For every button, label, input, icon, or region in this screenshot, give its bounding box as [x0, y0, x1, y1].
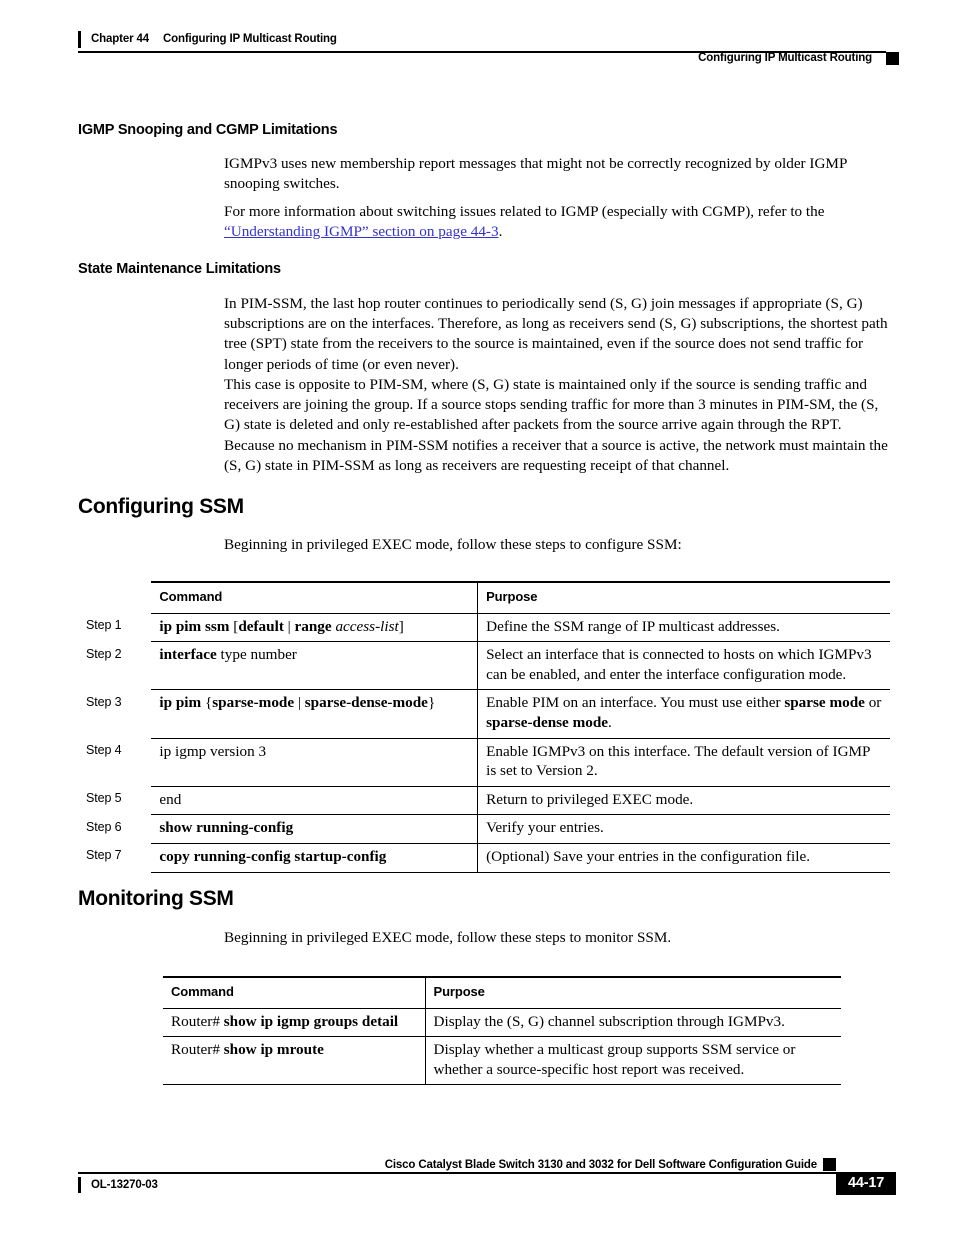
table-cell-command: interface type number — [151, 641, 478, 691]
table-header-row: Command Purpose — [78, 580, 890, 614]
header-running-title: Configuring IP Multicast Routing — [698, 52, 872, 64]
footer-guide-title: Cisco Catalyst Blade Switch 3130 and 303… — [384, 1159, 817, 1171]
header-chapter-number: Chapter 44 — [91, 33, 149, 45]
table-step-label: Step 2 — [86, 646, 122, 661]
paragraph-more-information-igmp: For more information about switching iss… — [224, 202, 894, 242]
header-left: Chapter 44 Configuring IP Multicast Rout… — [78, 30, 337, 48]
table-row: Step 1 ip pim ssm [default | range access… — [78, 612, 890, 643]
table-cell-purpose: Verify your entries. — [477, 814, 890, 844]
table-header-purpose: Purpose — [477, 580, 890, 614]
paragraph-pim-ssm-state: In PIM-SSM, the last hop router continue… — [224, 295, 888, 373]
table-cell-command: Router# show ip mroute — [163, 1036, 425, 1086]
paragraph-monitoring-ssm-intro: Beginning in privileged EXEC mode, follo… — [224, 929, 672, 946]
footer-page-number: 44-17 — [836, 1172, 897, 1195]
table-header-command: Command — [151, 580, 478, 614]
table-cell-command: copy running-config startup-config — [151, 842, 478, 873]
table-step-label: Step 1 — [86, 618, 122, 633]
footer-left-rule-bar — [78, 1177, 81, 1193]
footer-rule — [78, 1172, 886, 1174]
table-cell-purpose: Define the SSM range of IP multicast add… — [477, 612, 890, 643]
table-cell-command: show running-config — [151, 814, 478, 844]
footer-left: OL-13270-03 — [78, 1176, 158, 1194]
table-cell-command: ip igmp version 3 — [151, 737, 478, 787]
paragraph-pim-sm-comparison: This case is opposite to PIM-SM, where (… — [224, 376, 888, 474]
table-step-label: Step 6 — [86, 819, 122, 834]
table-configuring-ssm-steps: Command Purpose Step 1 ip pim ssm [defaul… — [78, 580, 890, 873]
table-cell-purpose: Select an interface that is connected to… — [477, 641, 890, 691]
paragraph-configuring-ssm-intro: Beginning in privileged EXEC mode, follo… — [224, 536, 682, 553]
table-header-row: Command Purpose — [163, 975, 841, 1009]
header-chapter-title: Configuring IP Multicast Routing — [162, 33, 337, 45]
table-cell-command: ip pim ssm [default | range access-list] — [151, 612, 478, 643]
header-rule — [78, 51, 886, 53]
table-header-command: Command — [163, 975, 425, 1009]
table-cell-purpose: (Optional) Save your entries in the conf… — [477, 842, 890, 873]
table-step-label: Step 5 — [86, 791, 122, 806]
table-cell-purpose: Display whether a multicast group suppor… — [424, 1036, 841, 1086]
table-monitoring-ssm-commands: Command Purpose Router# show ip igmp gro… — [163, 975, 841, 1086]
footer-marker-square — [823, 1158, 836, 1171]
table-row: Step 7 copy running-config startup-config… — [78, 842, 890, 873]
table-row: Step 3 ip pim {sparse-mode | sparse-dense… — [78, 689, 890, 739]
paragraph-text-suffix: . — [498, 223, 503, 241]
header-left-rule-bar — [78, 30, 81, 48]
table-cell-purpose: Enable IGMPv3 on this interface. The def… — [477, 737, 890, 787]
table-cell-purpose: Display the (S, G) channel subscription … — [424, 1007, 841, 1038]
table-row: Router# show ip mroute Display whether a … — [163, 1036, 841, 1086]
table-body: Step 1 ip pim ssm [default | range access… — [78, 612, 890, 873]
table-cell-command: ip pim {sparse-mode | sparse-dense-mode} — [151, 689, 478, 739]
header-marker-square — [886, 51, 899, 65]
link-understanding-igmp-section[interactable]: “Understanding IGMP” section on page 44-… — [224, 223, 499, 240]
table-row: Router# show ip igmp groups detail Displa… — [163, 1007, 841, 1038]
heading-igmp-snooping-limitations: IGMP Snooping and CGMP Limitations — [78, 122, 338, 138]
document-page: Chapter 44 Configuring IP Multicast Rout… — [0, 0, 954, 1235]
table-row: Step 2 interface type number Select an int… — [78, 641, 890, 691]
heading-monitoring-ssm: Monitoring SSM — [78, 887, 234, 910]
table-cell-command: end — [151, 785, 478, 816]
heading-state-maintenance-limitations: State Maintenance Limitations — [78, 261, 281, 277]
table-row: Step 6 show running-config Verify your ent… — [78, 814, 890, 844]
table-step-label: Step 4 — [86, 743, 122, 758]
table-header-purpose: Purpose — [424, 975, 841, 1009]
footer-document-number: OL-13270-03 — [91, 1179, 158, 1191]
paragraph-text-prefix: For more information about switching iss… — [224, 203, 825, 220]
table-step-label: Step 7 — [86, 848, 122, 863]
table-body: Router# show ip igmp groups detail Displa… — [163, 1007, 841, 1086]
heading-configuring-ssm: Configuring SSM — [78, 495, 244, 518]
table-cell-command: Router# show ip igmp groups detail — [163, 1007, 425, 1038]
table-step-gutter-header — [78, 582, 151, 613]
paragraph-igmpv3-report-messages: IGMPv3 uses new membership report messag… — [224, 155, 847, 193]
table-cell-purpose: Enable PIM on an interface. You must use… — [477, 689, 890, 739]
table-row: Step 5 end Return to privileged EXEC mode. — [78, 785, 890, 816]
table-cell-purpose: Return to privileged EXEC mode. — [477, 785, 890, 816]
table-row: Step 4 ip igmp version 3 Enable IGMPv3 on … — [78, 737, 890, 787]
table-step-label: Step 3 — [86, 694, 122, 709]
